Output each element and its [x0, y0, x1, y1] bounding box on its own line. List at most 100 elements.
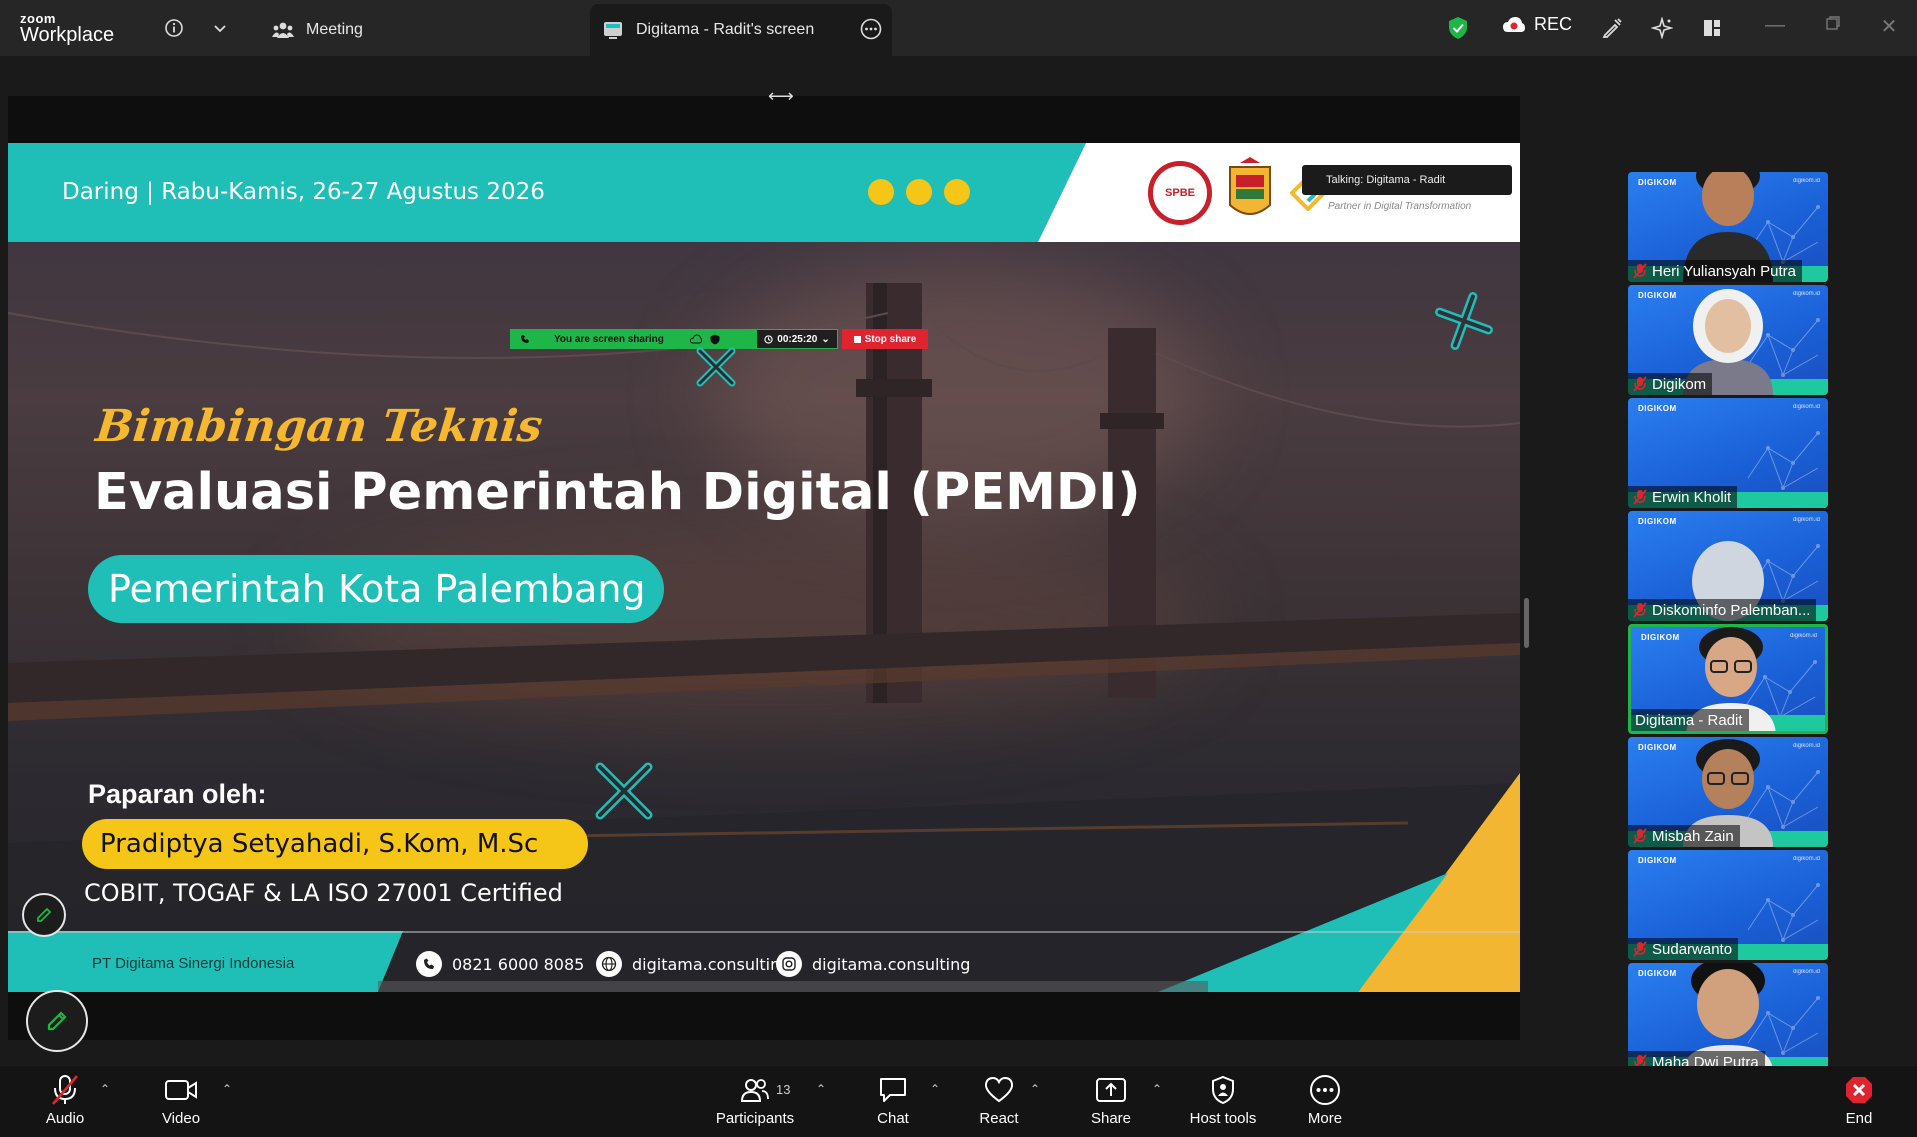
contact-website: digitama.consulting	[596, 951, 790, 977]
tab-meeting-label: Meeting	[306, 21, 363, 38]
host-tools-label: Host tools	[1189, 1110, 1257, 1127]
website-url: digitama.consulting	[632, 954, 791, 974]
participant-tile[interactable]: DIGIKOM digikom.id Digikom	[1628, 285, 1828, 395]
participant-tile[interactable]: DIGIKOM digikom.id Maha Dwi Putra	[1628, 963, 1828, 1073]
participant-name: Digitama - Radit	[1635, 711, 1743, 729]
participant-name: Digikom	[1652, 375, 1707, 393]
split-resize-handle[interactable]	[1524, 598, 1529, 648]
chevron-down-icon[interactable]	[206, 14, 234, 42]
maximize-icon[interactable]	[1818, 14, 1848, 37]
mic-muted-icon	[50, 1072, 80, 1108]
annotation-tool-button[interactable]	[26, 990, 88, 1052]
host-tools-button[interactable]: Host tools	[1178, 1072, 1268, 1127]
tile-background-logo: DIGIKOM	[1638, 291, 1677, 300]
mic-muted-icon	[1632, 828, 1648, 844]
footer-shapes	[8, 773, 1520, 992]
cloud-record-icon	[1503, 16, 1525, 32]
more-icon	[1309, 1072, 1341, 1108]
tile-background-logo: DIGIKOM	[1638, 856, 1677, 865]
brand-workplace: Workplace	[20, 24, 115, 46]
chat-options-caret-icon[interactable]: ⌃	[930, 1082, 940, 1096]
participant-tile[interactable]: DIGIKOM digikom.id Misbah Zain	[1628, 737, 1828, 847]
participant-name: Diskominfo Palemban...	[1652, 601, 1811, 619]
security-shield-icon[interactable]	[1444, 14, 1472, 42]
title-bar: zoom Workplace Meeting Digitama - Radit'…	[0, 0, 1917, 56]
camera-icon	[776, 951, 802, 977]
audio-button[interactable]: Audio	[20, 1072, 110, 1127]
close-window-icon[interactable]: ✕	[1874, 14, 1904, 39]
tile-background-logo: DIGIKOM	[1638, 404, 1677, 413]
share-screen-icon	[1095, 1072, 1127, 1108]
tab-options-icon[interactable]	[860, 18, 882, 45]
mic-muted-icon	[1632, 941, 1648, 957]
zoom-workplace-logo: zoom Workplace	[20, 12, 114, 45]
view-layout-icon[interactable]	[1698, 14, 1726, 42]
tile-background-site: digikom.id	[1792, 404, 1820, 410]
tile-network-pattern	[1747, 883, 1820, 942]
annotation-pen-button[interactable]	[22, 893, 66, 937]
participant-name: Sudarwanto	[1652, 940, 1733, 958]
meeting-toolbar: Audio ⌃ Video ⌃ Participants 13 ⌃ Chat ⌃…	[0, 1066, 1917, 1137]
contact-instagram: digitama.consulting	[776, 951, 970, 977]
tile-background-site: digikom.id	[1792, 856, 1820, 862]
video-button[interactable]: Video	[136, 1072, 226, 1127]
mic-muted-icon	[1632, 602, 1648, 618]
participants-options-caret-icon[interactable]: ⌃	[816, 1082, 826, 1096]
share-button[interactable]: Share	[1066, 1072, 1156, 1127]
heart-icon	[983, 1072, 1015, 1108]
share-label: Share	[1090, 1110, 1132, 1127]
participant-name-label: Diskominfo Palemban...	[1628, 599, 1817, 621]
participant-name-label: Erwin Kholit	[1628, 486, 1738, 508]
participant-name: Misbah Zain	[1652, 827, 1734, 845]
share-options-caret-icon[interactable]: ⌃	[1152, 1082, 1162, 1096]
tile-background-logo: DIGIKOM	[1638, 517, 1677, 526]
participant-tile[interactable]: DIGIKOM digikom.id Diskominfo Palemban...	[1628, 511, 1828, 621]
presentation-slide: Daring | Rabu-Kamis, 26-27 Agustus 2026 …	[8, 143, 1520, 992]
chat-button[interactable]: Chat	[848, 1072, 938, 1127]
tile-background-site: digikom.id	[1792, 178, 1820, 184]
recording-indicator[interactable]: REC	[1502, 14, 1572, 35]
participant-tile[interactable]: DIGIKOM digikom.id Digitama - Radit	[1628, 624, 1828, 734]
more-button[interactable]: More	[1280, 1072, 1370, 1127]
audio-options-caret-icon[interactable]: ⌃	[100, 1082, 110, 1096]
tile-background-site: digikom.id	[1792, 517, 1820, 523]
tile-background-logo: DIGIKOM	[1638, 969, 1677, 978]
end-label: End	[1845, 1110, 1873, 1127]
end-meeting-button[interactable]: End	[1814, 1072, 1904, 1127]
participant-tile[interactable]: DIGIKOM digikom.id Heri Yuliansyah Putra	[1628, 172, 1828, 282]
tile-background-site: digikom.id	[1792, 969, 1820, 975]
react-button[interactable]: React	[954, 1072, 1044, 1127]
screen-share-thumb-icon	[602, 19, 624, 41]
phone-icon	[416, 951, 442, 977]
participant-tile[interactable]: DIGIKOM digikom.id Sudarwanto	[1628, 850, 1828, 960]
tile-background-logo: DIGIKOM	[1638, 178, 1677, 187]
tile-background-site: digikom.id	[1792, 743, 1820, 749]
tab-shared-screen[interactable]: Digitama - Radit's screen	[590, 4, 892, 56]
participant-name: Erwin Kholit	[1652, 488, 1732, 506]
audio-label: Audio	[45, 1110, 85, 1127]
react-label: React	[979, 1110, 1019, 1127]
rec-label: REC	[1534, 14, 1573, 34]
resize-horizontal-icon[interactable]: ⟷	[768, 86, 794, 107]
tile-background-logo: DIGIKOM	[1638, 743, 1677, 752]
company-name: PT Digitama Sinergi Indonesia	[92, 955, 295, 972]
tab-meeting[interactable]: Meeting	[272, 4, 572, 56]
ai-companion-icon[interactable]	[1648, 14, 1676, 42]
minimize-icon[interactable]: —	[1760, 14, 1790, 37]
mic-muted-icon	[1632, 376, 1648, 392]
contact-phone: 0821 6000 8085	[416, 951, 584, 977]
tile-background-logo: DIGIKOM	[1641, 633, 1680, 642]
participant-name-label: Heri Yuliansyah Putra	[1628, 260, 1802, 282]
react-options-caret-icon[interactable]: ⌃	[1030, 1082, 1040, 1096]
meeting-icon	[272, 19, 294, 41]
video-options-caret-icon[interactable]: ⌃	[222, 1082, 232, 1096]
annotate-icon[interactable]	[1598, 14, 1626, 42]
mic-muted-icon	[1632, 263, 1648, 279]
mic-muted-icon	[1632, 489, 1648, 505]
tile-network-pattern	[1747, 431, 1820, 490]
participants-button[interactable]: Participants	[710, 1072, 800, 1127]
info-icon[interactable]	[160, 14, 188, 42]
participant-name-label: Sudarwanto	[1628, 938, 1739, 960]
tile-background-site: digikom.id	[1792, 291, 1820, 297]
participant-tile[interactable]: DIGIKOM digikom.id Erwin Kholit	[1628, 398, 1828, 508]
